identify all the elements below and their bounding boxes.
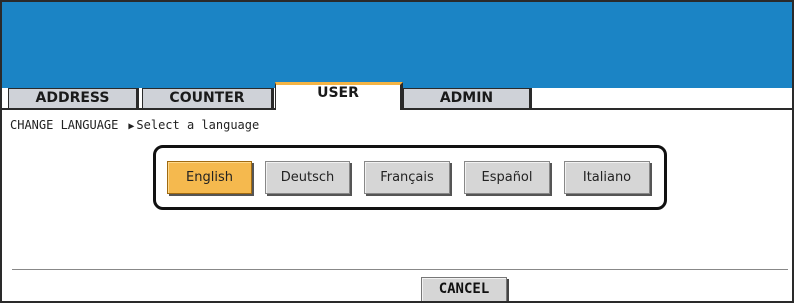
- page-title: CHANGE LANGUAGE: [10, 118, 119, 132]
- english-button[interactable]: English: [167, 161, 252, 194]
- tab-user[interactable]: USER: [275, 82, 403, 110]
- title-row: CHANGE LANGUAGE ▶ Select a language: [10, 118, 259, 132]
- instruction-text: Select a language: [136, 118, 260, 132]
- francais-button[interactable]: Français: [364, 161, 450, 194]
- cancel-button[interactable]: CANCEL: [421, 277, 507, 301]
- footer-divider: [12, 269, 788, 270]
- control-panel-screen: ADDRESS COUNTER USER ADMIN CHANGE LANGUA…: [0, 0, 794, 303]
- tab-admin[interactable]: ADMIN: [403, 88, 532, 109]
- header-band: [2, 2, 792, 88]
- arrow-right-icon: ▶: [128, 121, 135, 132]
- deutsch-button[interactable]: Deutsch: [265, 161, 350, 194]
- language-button-group: English Deutsch Français Español Italian…: [153, 145, 667, 210]
- tab-counter[interactable]: COUNTER: [142, 88, 274, 109]
- italiano-button[interactable]: Italiano: [564, 161, 650, 194]
- espanol-button[interactable]: Español: [464, 161, 550, 194]
- tab-address[interactable]: ADDRESS: [8, 88, 139, 109]
